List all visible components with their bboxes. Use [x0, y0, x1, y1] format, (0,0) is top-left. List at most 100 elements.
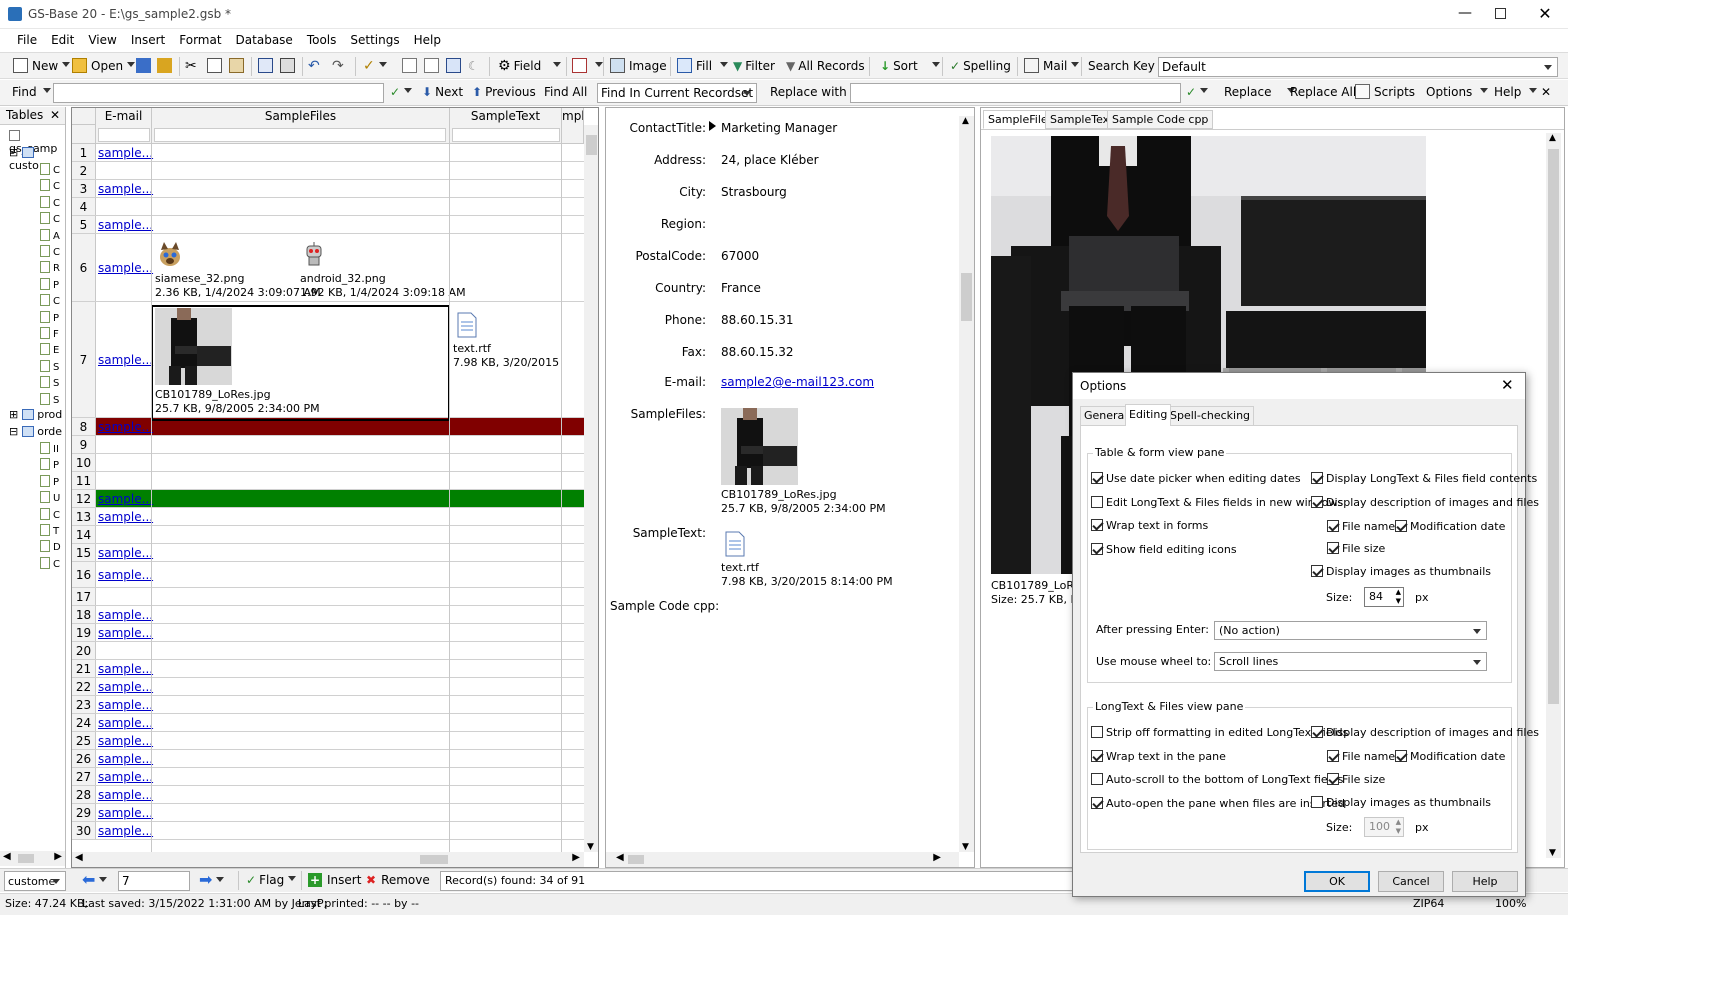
- mail-button[interactable]: Mail: [1024, 57, 1080, 77]
- tree-table-orders[interactable]: ⊟ orde: [9, 425, 62, 438]
- row-number[interactable]: 11: [72, 472, 96, 489]
- all-records-button[interactable]: ▼ All Records: [786, 57, 865, 77]
- row-number[interactable]: 9: [72, 436, 96, 453]
- previous-button[interactable]: ⬆ Previous: [472, 83, 536, 103]
- row-number[interactable]: 3: [72, 180, 96, 197]
- table-row[interactable]: 12 sample...: [72, 490, 584, 508]
- table-row[interactable]: 15 sample...: [72, 544, 584, 562]
- row-number[interactable]: 20: [72, 642, 96, 659]
- spelling-button[interactable]: ✓ Spelling: [950, 57, 1011, 77]
- previous-record-button[interactable]: ⬅: [82, 871, 108, 891]
- email-cell[interactable]: sample...: [98, 608, 153, 622]
- menu-file[interactable]: File: [10, 30, 44, 50]
- table-row[interactable]: 4: [72, 198, 584, 216]
- print-icon[interactable]: [280, 57, 299, 77]
- table-row[interactable]: 17: [72, 588, 584, 606]
- table-row[interactable]: 19 sample...: [72, 624, 584, 642]
- filter-sampletext[interactable]: [452, 128, 560, 142]
- row-number[interactable]: 5: [72, 216, 96, 233]
- tree-field-item[interactable]: P: [40, 458, 59, 471]
- close-tables-icon[interactable]: ✕: [50, 107, 60, 124]
- tree-field-item[interactable]: P: [40, 277, 59, 291]
- search-key-select[interactable]: Default: [1158, 57, 1558, 77]
- dialog-close-icon[interactable]: ✕: [1501, 376, 1514, 394]
- tree-field-item[interactable]: R: [40, 261, 60, 274]
- menu-edit[interactable]: Edit: [44, 30, 81, 50]
- tree-field-item[interactable]: P: [40, 474, 59, 488]
- mouse-wheel-select[interactable]: Scroll lines: [1214, 652, 1487, 671]
- flag-button[interactable]: ✓ Flag: [246, 871, 297, 891]
- menu-view[interactable]: View: [81, 30, 123, 50]
- email-cell[interactable]: sample...: [98, 492, 153, 506]
- row-number[interactable]: 18: [72, 606, 96, 623]
- form-rtf-icon[interactable]: [724, 531, 746, 557]
- dialog-tab-editing[interactable]: Editing: [1125, 404, 1172, 426]
- form-field-value[interactable]: 88.60.15.32: [721, 345, 794, 359]
- option-checkbox[interactable]: Wrap text in the pane: [1091, 749, 1226, 763]
- dialog-tab-spell-checking[interactable]: Spell-checking: [1166, 406, 1255, 425]
- table-row[interactable]: 5 sample...: [72, 216, 584, 234]
- replace-options-icon[interactable]: ✓: [1186, 83, 1209, 103]
- row-number[interactable]: 13: [72, 508, 96, 525]
- row-number[interactable]: 26: [72, 750, 96, 767]
- option-checkbox[interactable]: Use date picker when editing dates: [1091, 472, 1301, 485]
- display-contents-checkbox[interactable]: Display LongText & Files field contents: [1311, 472, 1537, 485]
- sort-button[interactable]: ↓ Sort: [880, 57, 940, 77]
- help-button[interactable]: Help: [1494, 83, 1538, 103]
- tree-table-products[interactable]: ⊞ prod: [9, 408, 62, 421]
- rtf-document-icon[interactable]: [456, 312, 478, 338]
- table-row[interactable]: 29 sample...: [72, 804, 584, 822]
- form-view-icon[interactable]: [258, 57, 277, 77]
- image-button[interactable]: Image: [610, 57, 667, 77]
- row-number[interactable]: 22: [72, 678, 96, 695]
- option-checkbox[interactable]: Auto-open the pane when files are insert…: [1091, 796, 1345, 810]
- tree-field-item[interactable]: C: [40, 245, 60, 258]
- filter-samplefiles[interactable]: [154, 128, 446, 142]
- layout3-icon[interactable]: [446, 57, 465, 77]
- email-cell[interactable]: sample...: [98, 261, 153, 275]
- copy-icon[interactable]: [207, 57, 226, 77]
- form-field-value[interactable]: France: [721, 281, 761, 295]
- insert-record-button[interactable]: + Insert: [308, 871, 361, 891]
- siamese-cat-thumbnail[interactable]: [156, 240, 184, 268]
- table-row[interactable]: 20: [72, 642, 584, 660]
- menu-settings[interactable]: Settings: [343, 30, 406, 50]
- email-cell[interactable]: sample...: [98, 806, 153, 820]
- replace-with-button[interactable]: Replace with: [770, 83, 861, 103]
- form-field-value[interactable]: 88.60.15.31: [721, 313, 794, 327]
- option-checkbox[interactable]: Show field editing icons: [1091, 542, 1237, 556]
- ok-button[interactable]: OK: [1304, 871, 1370, 892]
- layout1-icon[interactable]: [402, 57, 421, 77]
- row-number[interactable]: 28: [72, 786, 96, 803]
- find-input[interactable]: [53, 83, 384, 103]
- minimize-button[interactable]: —: [1450, 0, 1480, 29]
- find-button[interactable]: Find: [12, 83, 51, 103]
- table-row[interactable]: 3 sample...: [72, 180, 584, 198]
- row-number[interactable]: 16: [72, 562, 96, 587]
- android-robot-thumbnail[interactable]: [300, 240, 328, 268]
- option-checkbox[interactable]: Edit LongText & Files fields in new wind…: [1091, 495, 1343, 509]
- maximize-button[interactable]: [1495, 8, 1506, 19]
- remove-record-button[interactable]: ✖ Remove: [366, 871, 430, 891]
- find-all-button[interactable]: Find All: [544, 83, 587, 103]
- table-row[interactable]: 1 sample...: [72, 144, 584, 162]
- form-field-value[interactable]: 67000: [721, 249, 759, 263]
- option-checkbox[interactable]: Auto-scroll to the bottom of LongText fi…: [1091, 773, 1343, 786]
- find-scope-select[interactable]: Find In Current Recordset: [597, 83, 757, 103]
- tree-field-item[interactable]: C: [40, 179, 60, 192]
- tree-hscrollbar[interactable]: ◀ ▶: [0, 851, 65, 866]
- email-cell[interactable]: sample...: [98, 752, 153, 766]
- tree-field-item[interactable]: S: [40, 392, 59, 406]
- file-size-checkbox[interactable]: File size: [1327, 542, 1385, 555]
- save-icon[interactable]: [136, 57, 155, 77]
- grid-vscrollbar[interactable]: ▼: [584, 125, 598, 852]
- open-button[interactable]: Open: [72, 57, 136, 77]
- replace-input[interactable]: [850, 83, 1181, 103]
- email-cell[interactable]: sample...: [98, 568, 153, 582]
- table-row[interactable]: 26 sample...: [72, 750, 584, 768]
- new-button[interactable]: New: [13, 57, 71, 77]
- display-description-checkbox[interactable]: Display description of images and files: [1311, 496, 1539, 509]
- row-number[interactable]: 14: [72, 526, 96, 543]
- email-cell[interactable]: sample...: [98, 770, 153, 784]
- search-key-button[interactable]: Search Key: [1088, 57, 1169, 77]
